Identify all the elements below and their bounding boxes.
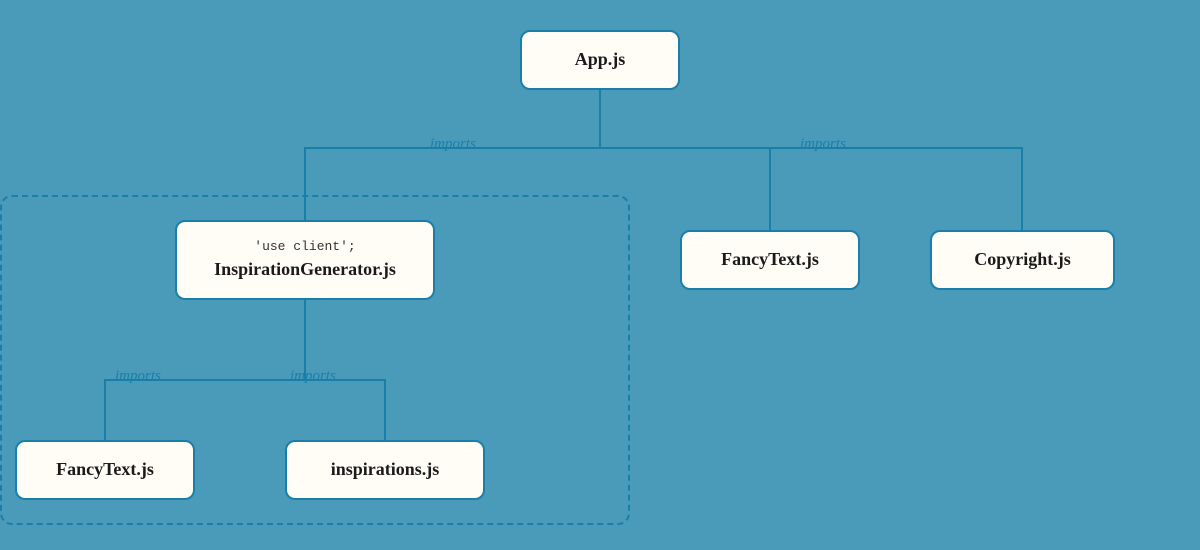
- node-fancytext-top: FancyText.js: [680, 230, 860, 290]
- imports-label-1: imports: [430, 136, 476, 153]
- use-client-label: 'use client';: [254, 239, 355, 256]
- inspirations-label: inspirations.js: [331, 458, 440, 481]
- node-appjs: App.js: [520, 30, 680, 90]
- node-inspirations: inspirations.js: [285, 440, 485, 500]
- node-copyright: Copyright.js: [930, 230, 1115, 290]
- inspiration-label: InspirationGenerator.js: [214, 258, 396, 281]
- imports-label-2: imports: [800, 136, 846, 153]
- imports-label-3: imports: [115, 368, 161, 385]
- node-fancytext-bottom: FancyText.js: [15, 440, 195, 500]
- appjs-label: App.js: [575, 48, 626, 71]
- imports-label-4: imports: [290, 368, 336, 385]
- copyright-label: Copyright.js: [974, 248, 1071, 271]
- node-inspiration: 'use client'; InspirationGenerator.js: [175, 220, 435, 300]
- fancytext-top-label: FancyText.js: [721, 248, 819, 271]
- diagram: imports imports imports imports App.js '…: [0, 0, 1200, 550]
- fancytext-bottom-label: FancyText.js: [56, 458, 154, 481]
